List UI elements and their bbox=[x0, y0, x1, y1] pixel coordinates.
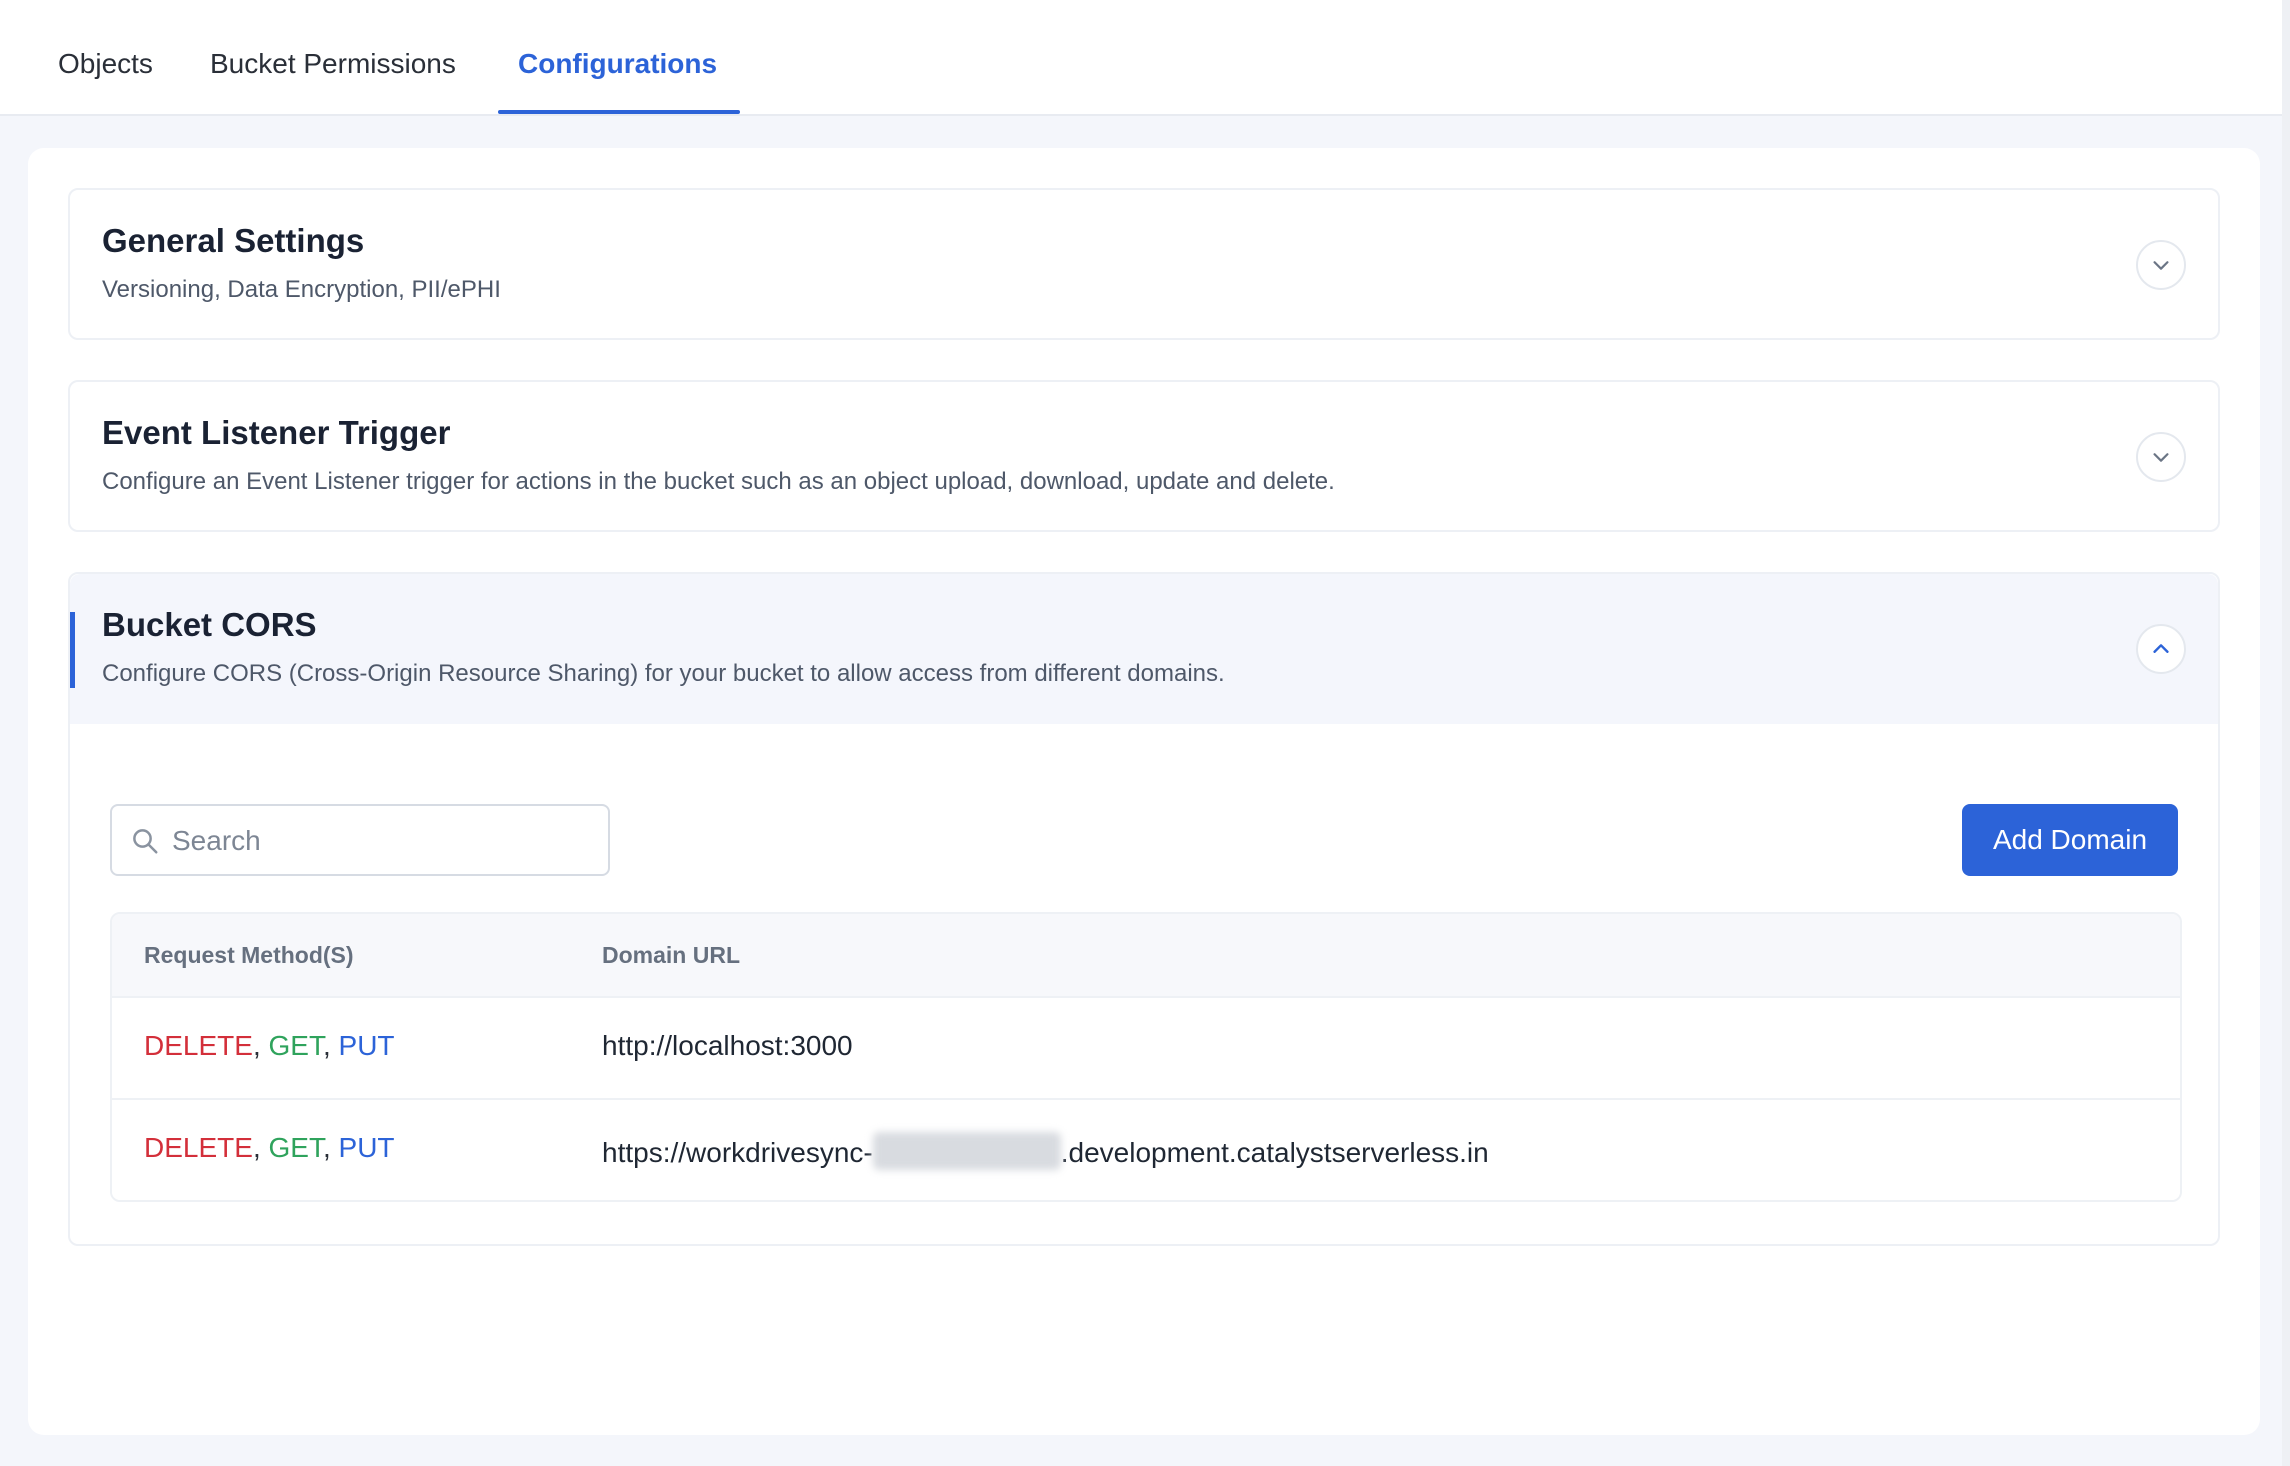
domain-url-text: http://localhost:3000 bbox=[602, 1030, 853, 1061]
domain-url-cell: https://workdrivesync- .development.catal… bbox=[602, 1132, 1489, 1170]
table-row[interactable]: DELETE, GET, PUT http://localhost:3000 bbox=[112, 996, 2180, 1098]
tab-bar: Objects Bucket Permissions Configuration… bbox=[0, 0, 2290, 116]
bucket-cors-collapse-button[interactable] bbox=[2136, 624, 2186, 674]
event-listener-card[interactable]: Event Listener Trigger Configure an Even… bbox=[68, 380, 2220, 532]
chevron-down-icon bbox=[2153, 453, 2169, 462]
general-settings-expand-button[interactable] bbox=[2136, 240, 2186, 290]
table-row[interactable]: DELETE, GET, PUT https://workdrivesync-.… bbox=[112, 1098, 2180, 1200]
column-header-domain-url: Domain URL bbox=[602, 942, 740, 968]
bucket-cors-card: Bucket CORS Configure CORS (Cross-Origin… bbox=[68, 572, 2220, 1246]
table-header: Request Method(S) Domain URL bbox=[112, 914, 2180, 996]
chevron-down-icon bbox=[2153, 261, 2169, 270]
add-domain-button[interactable]: Add Domain bbox=[1962, 804, 2178, 876]
general-settings-subtitle: Versioning, Data Encryption, PII/ePHI bbox=[102, 276, 501, 303]
active-tab-indicator bbox=[498, 110, 740, 114]
tab-objects[interactable]: Objects bbox=[58, 48, 153, 80]
domain-url-suffix: .development.catalystserverless.in bbox=[1060, 1137, 1489, 1168]
bucket-cors-header[interactable]: Bucket CORS Configure CORS (Cross-Origin… bbox=[70, 574, 2218, 724]
request-methods-cell: DELETE, GET, PUT bbox=[144, 1030, 395, 1061]
tab-configurations[interactable]: Configurations bbox=[518, 48, 717, 80]
domain-url-cell: http://localhost:3000 bbox=[602, 1030, 853, 1062]
event-listener-expand-button[interactable] bbox=[2136, 432, 2186, 482]
method-get: GET bbox=[268, 1132, 323, 1163]
search-box[interactable] bbox=[110, 804, 610, 876]
method-delete: DELETE bbox=[144, 1030, 253, 1061]
event-listener-subtitle: Configure an Event Listener trigger for … bbox=[102, 468, 1335, 495]
redacted-segment bbox=[872, 1132, 1061, 1170]
active-section-indicator bbox=[70, 612, 75, 688]
method-delete: DELETE bbox=[144, 1132, 253, 1163]
request-methods-cell: DELETE, GET, PUT bbox=[144, 1132, 395, 1163]
general-settings-card[interactable]: General Settings Versioning, Data Encryp… bbox=[68, 188, 2220, 340]
bucket-cors-title: Bucket CORS bbox=[102, 606, 317, 643]
domain-url-prefix: https://workdrivesync- bbox=[602, 1137, 873, 1168]
column-header-request-methods: Request Method(S) bbox=[144, 942, 354, 968]
search-icon bbox=[133, 829, 158, 854]
method-put: PUT bbox=[338, 1030, 395, 1061]
configurations-panel: General Settings Versioning, Data Encryp… bbox=[28, 148, 2260, 1435]
cors-table: Request Method(S) Domain URL DELETE, GET… bbox=[110, 912, 2182, 1202]
method-get: GET bbox=[268, 1030, 323, 1061]
tab-bucket-permissions[interactable]: Bucket Permissions bbox=[210, 48, 456, 80]
bucket-cors-subtitle: Configure CORS (Cross-Origin Resource Sh… bbox=[102, 660, 1225, 687]
search-input[interactable] bbox=[172, 816, 592, 866]
page-scrollbar[interactable] bbox=[2282, 0, 2290, 1466]
method-put: PUT bbox=[338, 1132, 395, 1163]
general-settings-title: General Settings bbox=[102, 222, 365, 259]
event-listener-title: Event Listener Trigger bbox=[102, 414, 451, 451]
chevron-up-icon bbox=[2153, 644, 2169, 653]
